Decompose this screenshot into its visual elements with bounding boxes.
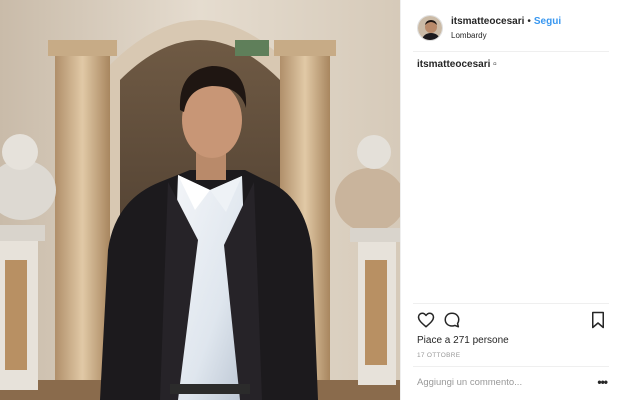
post-actions [417, 311, 607, 329]
follow-button[interactable]: Segui [534, 16, 561, 27]
caption-overflow-text [417, 73, 527, 81]
caption-emoji: ▫ [493, 59, 497, 70]
comment-input[interactable]: Aggiungi un commento... [417, 377, 587, 388]
avatar[interactable] [417, 14, 443, 41]
location-link[interactable]: Lombardy [451, 29, 561, 42]
photo-scene [0, 0, 400, 400]
likes-count[interactable]: Piace a 271 persone [417, 335, 509, 346]
post-side-panel: itsmatteocesari • Segui Lombardy itsmatteo… [400, 0, 621, 400]
avatar-image [418, 15, 442, 40]
header-text: itsmatteocesari • Segui Lombardy [451, 13, 561, 42]
comment-bubble-icon[interactable] [443, 311, 461, 329]
likes-text: Piace a 271 persone [417, 335, 509, 346]
caption: itsmatteocesari ▫ [417, 59, 497, 70]
comment-divider [413, 366, 609, 367]
post-photo[interactable] [0, 0, 400, 400]
caption-username[interactable]: itsmatteocesari [417, 59, 490, 70]
post-header: itsmatteocesari • Segui Lombardy [417, 13, 561, 42]
post-date[interactable]: 17 OTTOBRE [417, 352, 460, 359]
header-divider [413, 51, 609, 52]
heart-icon[interactable] [417, 311, 435, 329]
bookmark-icon[interactable] [589, 311, 607, 329]
more-options-button[interactable]: ••• [597, 375, 608, 389]
separator-dot: • [527, 16, 531, 27]
caption-cut-glyphs [417, 78, 527, 81]
username-link[interactable]: itsmatteocesari [451, 16, 524, 27]
actions-divider [413, 303, 609, 304]
